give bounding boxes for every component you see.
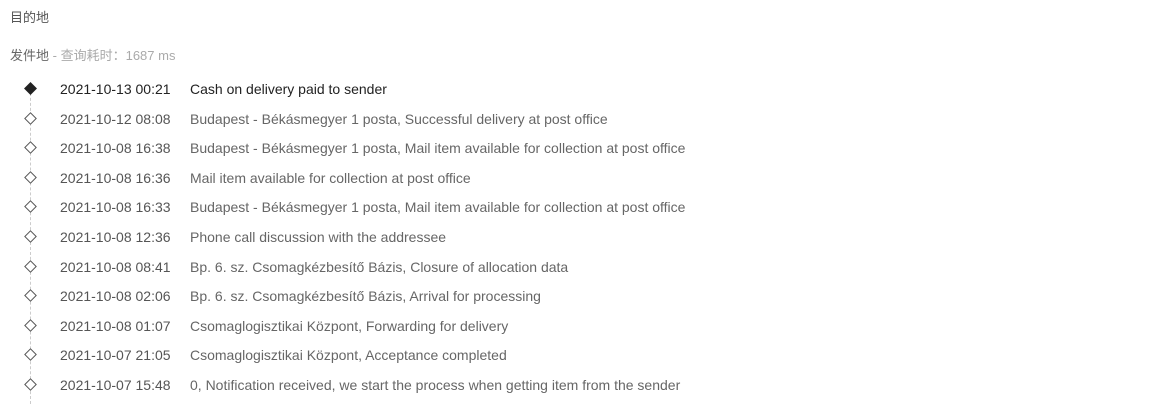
event-time: 2021-10-12 08:08 [60,110,171,127]
event-description: Bp. 6. sz. Csomagkézbesítő Bázis, Closur… [190,258,569,275]
timeline-event: 2021-10-12 08:08 Budapest - Békásmegyer 1… [0,104,1174,134]
timeline-event: 2021-10-08 08:41 Bp. 6. sz. Csomagkézbesí… [0,252,1174,282]
diamond-outline-icon [24,378,37,391]
diamond-outline-icon [24,289,37,303]
destination-label: 目的地 [10,10,50,25]
event-description: Budapest - Békásmegyer 1 posta, Successf… [190,110,608,127]
timeline-event: 2021-10-13 00:21 Cash on delivery paid to… [0,74,1174,104]
event-time: 2021-10-08 01:07 [60,317,171,334]
event-time: 2021-10-08 02:06 [60,288,171,305]
event-description: Mail item available for collection at po… [190,169,471,186]
event-description: 0, Notification received, we start the p… [190,377,681,393]
event-time: 2021-10-07 15:48 [60,377,171,393]
origin-row: 发件地 - 查询耗时：1687 ms [10,48,175,64]
timeline-event: 2021-10-08 02:06 Bp. 6. sz. Csomagkézbesí… [0,281,1174,311]
event-time: 2021-10-08 16:36 [60,169,171,186]
event-description: Csomaglogisztikai Központ, Forwarding fo… [190,317,509,334]
origin-label: 发件地 [10,48,50,63]
event-time: 2021-10-08 16:33 [60,199,171,216]
event-description: Csomaglogisztikai Központ, Acceptance co… [190,347,507,364]
event-description: Cash on delivery paid to sender [190,81,387,97]
diamond-outline-icon [24,141,37,155]
query-time-value: 1687 ms [125,48,176,63]
diamond-filled-icon [24,82,37,95]
timeline-event: 2021-10-08 12:36 Phone call discussion wi… [0,222,1174,252]
event-description: Bp. 6. sz. Csomagkézbesítő Bázis, Arriva… [190,288,541,305]
event-description: Budapest - Békásmegyer 1 posta, Mail ite… [190,140,686,157]
diamond-outline-icon [24,111,37,125]
timeline-event: 2021-10-08 16:36 Mail item available for … [0,163,1174,193]
event-description: Budapest - Békásmegyer 1 posta, Mail ite… [190,199,686,216]
timeline-event: 2021-10-08 16:38 Budapest - Békásmegyer 1… [0,133,1174,163]
diamond-outline-icon [24,348,37,362]
event-time: 2021-10-08 08:41 [60,258,171,275]
origin-separator: - [49,48,61,63]
diamond-outline-icon [24,170,37,184]
diamond-outline-icon [24,200,37,214]
event-time: 2021-10-08 12:36 [60,229,171,245]
event-time: 2021-10-13 00:21 [60,81,171,97]
timeline-event: 2021-10-08 16:33 Budapest - Békásmegyer 1… [0,192,1174,222]
timeline-event: 2021-10-07 21:05 Csomaglogisztikai Közpon… [0,340,1174,370]
timeline-event: 2021-10-07 15:48 0, Notification received… [0,370,1174,400]
timeline-event: 2021-10-08 01:07 Csomaglogisztikai Közpon… [0,311,1174,341]
query-time-label: 查询耗时： [60,48,126,63]
diamond-outline-icon [24,318,37,332]
diamond-outline-icon [24,259,37,273]
diamond-outline-icon [24,230,37,243]
event-description: Phone call discussion with the addressee [190,229,447,245]
event-time: 2021-10-07 21:05 [60,347,171,364]
event-time: 2021-10-08 16:38 [60,140,171,157]
